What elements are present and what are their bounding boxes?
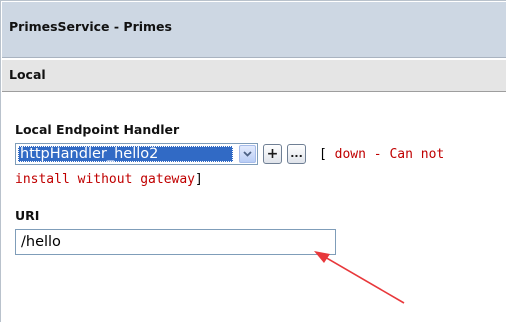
section-title: Local (9, 67, 46, 82)
add-handler-button[interactable]: + (263, 144, 282, 164)
uri-input[interactable] (15, 229, 336, 255)
service-panel: PrimesService - Primes Local Local Endpo… (0, 0, 506, 322)
uri-label: URI (15, 208, 40, 223)
chevron-down-icon (243, 151, 252, 157)
endpoint-handler-selected-value: httpHandler_hello2 (18, 146, 233, 162)
handler-status-line2: install without gateway] (15, 172, 203, 187)
endpoint-handler-select[interactable]: httpHandler_hello2 (15, 143, 258, 165)
status-open-bracket: [ (319, 147, 327, 162)
status-message-part1: down - Can not (334, 147, 445, 162)
handler-status-line1: [ down - Can not (319, 147, 444, 162)
endpoint-handler-label: Local Endpoint Handler (15, 122, 180, 137)
status-message-part2: install without gateway (15, 172, 196, 187)
section-header-local[interactable]: Local (2, 60, 506, 92)
panel-header: PrimesService - Primes (2, 2, 506, 58)
browse-handler-button[interactable]: ... (287, 144, 306, 164)
status-close-bracket: ] (195, 172, 203, 187)
panel-title: PrimesService - Primes (9, 19, 172, 34)
dropdown-button[interactable] (239, 145, 256, 163)
